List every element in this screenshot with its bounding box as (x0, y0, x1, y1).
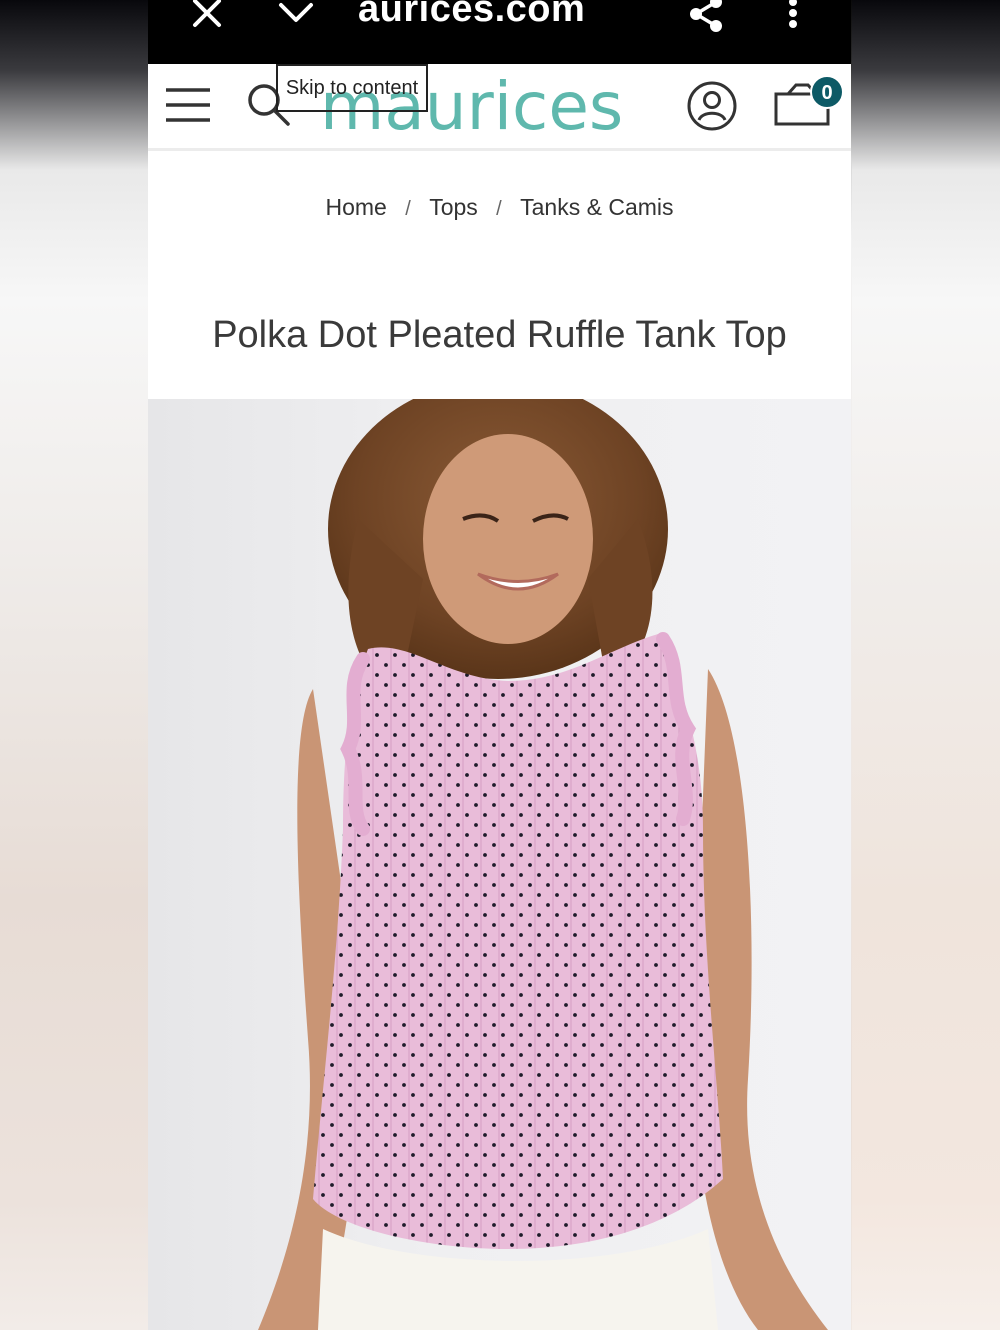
browser-toolbar: aurices.com (148, 0, 851, 64)
breadcrumb-separator: / (496, 198, 502, 220)
phone-screen: aurices.com maurices Skip to content 0 H… (148, 0, 851, 1330)
close-icon[interactable] (190, 0, 224, 37)
account-icon[interactable] (686, 80, 738, 137)
background-blur-left (0, 0, 148, 1330)
breadcrumb-tops[interactable]: Tops (429, 194, 478, 221)
skip-to-content-link[interactable]: Skip to content (276, 64, 428, 112)
background-blur-right (852, 0, 1000, 1330)
product-title: Polka Dot Pleated Ruffle Tank Top (212, 314, 787, 356)
share-icon[interactable] (686, 0, 726, 39)
menu-icon[interactable] (164, 86, 212, 129)
breadcrumb: Home / Tops / Tanks & Camis (148, 194, 851, 221)
product-image[interactable] (148, 399, 851, 1330)
breadcrumb-separator: / (405, 198, 411, 220)
breadcrumb-home[interactable]: Home (325, 194, 386, 221)
cart-count-badge: 0 (810, 75, 844, 109)
more-vert-icon[interactable] (786, 0, 800, 37)
chevron-down-icon[interactable] (276, 0, 316, 35)
site-header: maurices Skip to content 0 (148, 64, 851, 151)
url-text[interactable]: aurices.com (358, 0, 585, 31)
model-illustration (258, 399, 828, 1330)
breadcrumb-tanks-camis[interactable]: Tanks & Camis (520, 194, 673, 221)
